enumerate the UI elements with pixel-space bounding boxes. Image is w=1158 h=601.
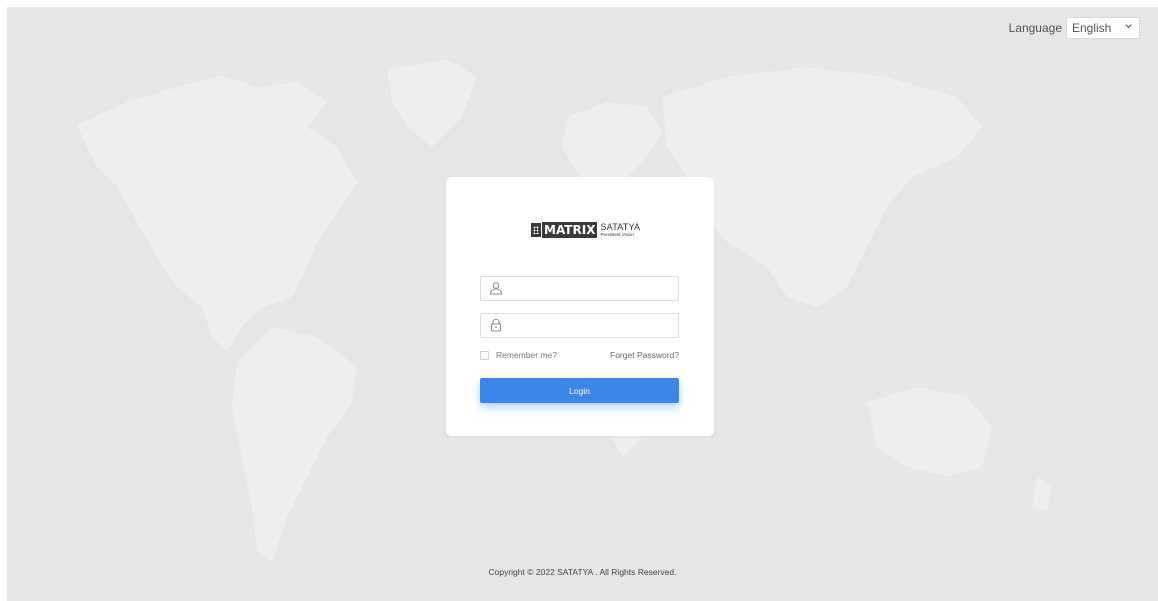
logo-brand-name: SATATYA <box>600 221 641 232</box>
map-north-america <box>77 75 357 352</box>
login-page: Language English MATRIX SATATYA Persiste… <box>7 7 1158 601</box>
map-australia <box>867 387 992 477</box>
logo-brand-block: SATATYA Persistent Vision <box>600 221 641 238</box>
forget-password-link[interactable]: Forget Password? <box>610 350 679 360</box>
lock-icon <box>491 318 501 332</box>
map-europe <box>562 102 662 187</box>
logo-wordmark: MATRIX <box>542 222 598 238</box>
user-icon <box>489 282 503 295</box>
brand-logo: MATRIX SATATYA Persistent Vision <box>531 222 640 238</box>
remember-me-label[interactable]: Remember me? <box>496 350 557 360</box>
password-input[interactable] <box>509 317 669 334</box>
username-field[interactable] <box>480 276 679 301</box>
language-label: Language <box>1008 21 1062 35</box>
language-selector: Language English <box>1009 17 1140 39</box>
login-card: MATRIX SATATYA Persistent Vision Remembe… <box>446 177 714 436</box>
chevron-down-icon <box>1125 24 1132 29</box>
language-dropdown[interactable]: English <box>1066 17 1140 39</box>
map-greenland <box>387 59 477 147</box>
login-button[interactable]: Login <box>480 378 679 403</box>
username-input[interactable] <box>509 280 669 297</box>
copyright-footer: Copyright © 2022 SATATYA . All Rights Re… <box>488 567 677 577</box>
map-south-america <box>232 327 357 562</box>
map-new-zealand <box>1032 477 1052 512</box>
logo-grid-mark <box>531 223 541 237</box>
password-field[interactable] <box>480 313 679 338</box>
remember-me[interactable]: Remember me? <box>480 350 557 360</box>
remember-me-checkbox[interactable] <box>480 350 489 360</box>
logo-tagline: Persistent Vision <box>600 231 634 237</box>
language-selected-value: English <box>1072 21 1112 35</box>
